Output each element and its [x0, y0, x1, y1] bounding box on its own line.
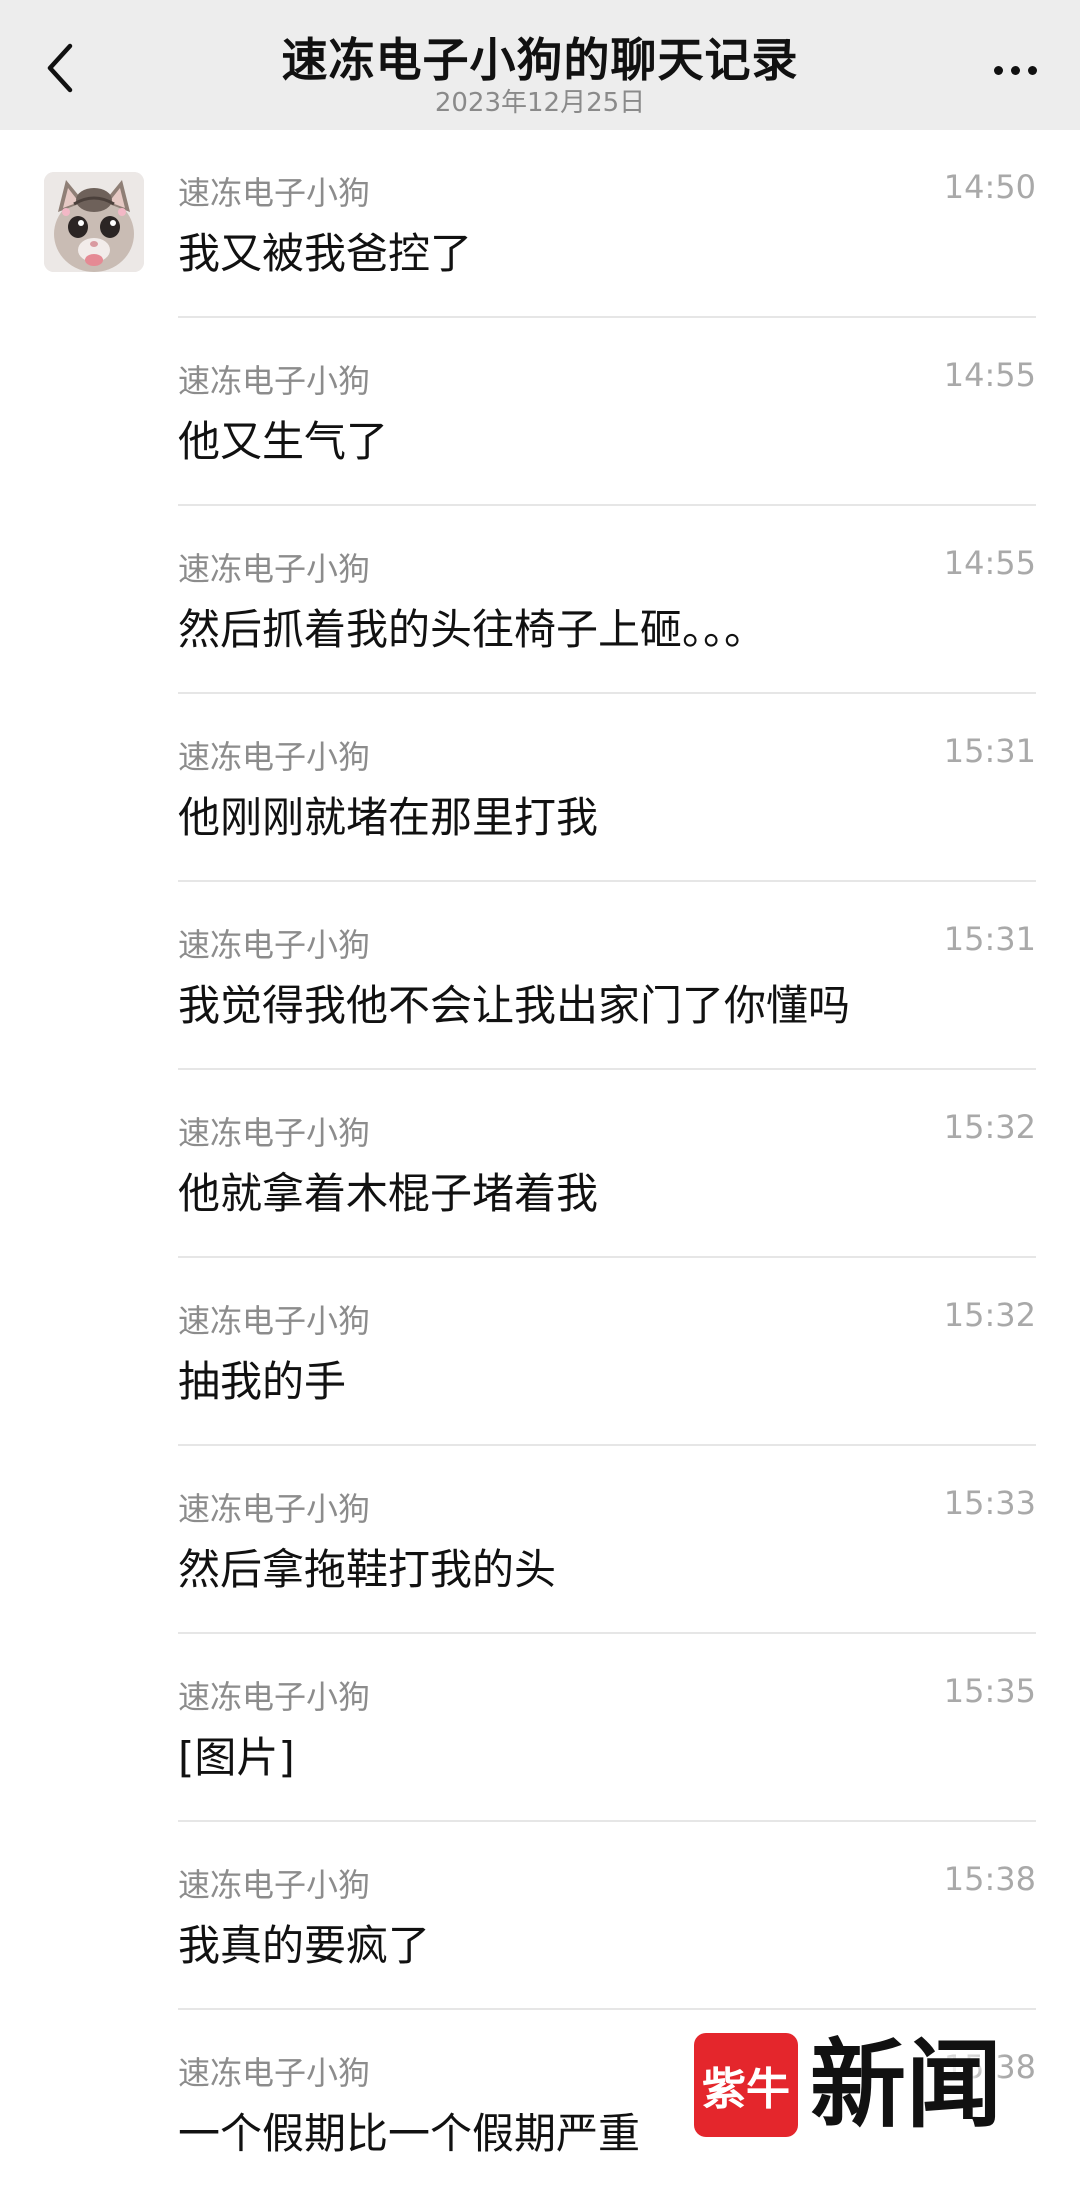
list-item[interactable]: 速冻电子小狗 15:31 他刚刚就堵在那里打我	[178, 694, 1036, 882]
sender-name: 速冻电子小狗	[178, 550, 371, 588]
message-text: 然后拿拖鞋打我的头	[178, 1545, 557, 1594]
avatar[interactable]	[44, 172, 144, 272]
more-button[interactable]	[980, 40, 1050, 100]
message-text: 抽我的手	[178, 1357, 347, 1406]
sender-name: 速冻电子小狗	[178, 1302, 371, 1340]
message-time: 15:31	[943, 732, 1036, 770]
sender-name: 速冻电子小狗	[178, 1490, 371, 1528]
message-time: 15:35	[943, 1672, 1036, 1710]
message-time: 15:32	[943, 1108, 1036, 1146]
page-subtitle-date: 2023年12月25日	[434, 88, 646, 118]
sender-name: 速冻电子小狗	[178, 1678, 371, 1716]
message-time: 15:33	[943, 1484, 1036, 1522]
message-text: 他刚刚就堵在那里打我	[178, 793, 599, 842]
list-item[interactable]: 速冻电子小狗 15:33 然后拿拖鞋打我的头	[178, 1446, 1036, 1634]
list-item[interactable]: 速冻电子小狗 14:55 然后抓着我的头往椅子上砸。。。	[178, 506, 1036, 694]
sender-name: 速冻电子小狗	[178, 1866, 371, 1904]
sender-name: 速冻电子小狗	[178, 738, 371, 776]
message-text: 我真的要疯了	[178, 1921, 431, 1970]
header-bar: 速冻电子小狗的聊天记录 2023年12月25日	[0, 0, 1080, 130]
message-text: 他又生气了	[178, 417, 389, 466]
message-time: 14:50	[943, 168, 1036, 206]
message-text: 他就拿着木棍子堵着我	[178, 1169, 599, 1218]
message-time: 15:32	[943, 1296, 1036, 1334]
kitten-avatar-icon	[44, 172, 144, 272]
message-time: 15:31	[943, 920, 1036, 958]
message-image-placeholder[interactable]: [图片]	[178, 1724, 295, 1785]
message-text: 我又被我爸控了	[178, 229, 473, 278]
chat-record-list: 速冻电子小狗 14:50 我又被我爸控了 速冻电子小狗 14:55 他又生气了 …	[178, 130, 1036, 2198]
more-dots-icon	[993, 65, 1003, 75]
sender-name: 速冻电子小狗	[178, 2054, 371, 2092]
message-time: 15:38	[943, 1860, 1036, 1898]
list-item[interactable]: 速冻电子小狗 15:35 [图片]	[178, 1634, 1036, 1822]
list-item[interactable]: 速冻电子小狗 14:55 他又生气了	[178, 318, 1036, 506]
watermark-text: 新闻	[810, 2028, 1002, 2141]
more-dots-icon	[1027, 65, 1037, 75]
sender-name: 速冻电子小狗	[178, 174, 371, 212]
more-dots-icon	[1010, 65, 1020, 75]
sender-name: 速冻电子小狗	[178, 362, 371, 400]
list-item[interactable]: 速冻电子小狗 15:32 抽我的手	[178, 1258, 1036, 1446]
sender-name: 速冻电子小狗	[178, 926, 371, 964]
message-text: 我觉得我他不会让我出家门了你懂吗	[178, 981, 851, 1030]
message-time: 14:55	[943, 356, 1036, 394]
list-item[interactable]: 速冻电子小狗 15:38 我真的要疯了	[178, 1822, 1036, 2010]
message-text: 然后抓着我的头往椅子上砸。。。	[178, 605, 767, 654]
list-item[interactable]: 速冻电子小狗 15:32 他就拿着木棍子堵着我	[178, 1070, 1036, 1258]
news-watermark: 紫牛 新闻	[694, 2030, 1034, 2140]
list-item[interactable]: 速冻电子小狗 14:50 我又被我爸控了	[178, 130, 1036, 318]
watermark-logo: 紫牛	[694, 2033, 798, 2137]
list-item[interactable]: 速冻电子小狗 15:31 我觉得我他不会让我出家门了你懂吗	[178, 882, 1036, 1070]
message-time: 14:55	[943, 544, 1036, 582]
page-title: 速冻电子小狗的聊天记录	[281, 33, 799, 87]
sender-name: 速冻电子小狗	[178, 1114, 371, 1152]
message-text: 一个假期比一个假期严重	[178, 2109, 641, 2158]
